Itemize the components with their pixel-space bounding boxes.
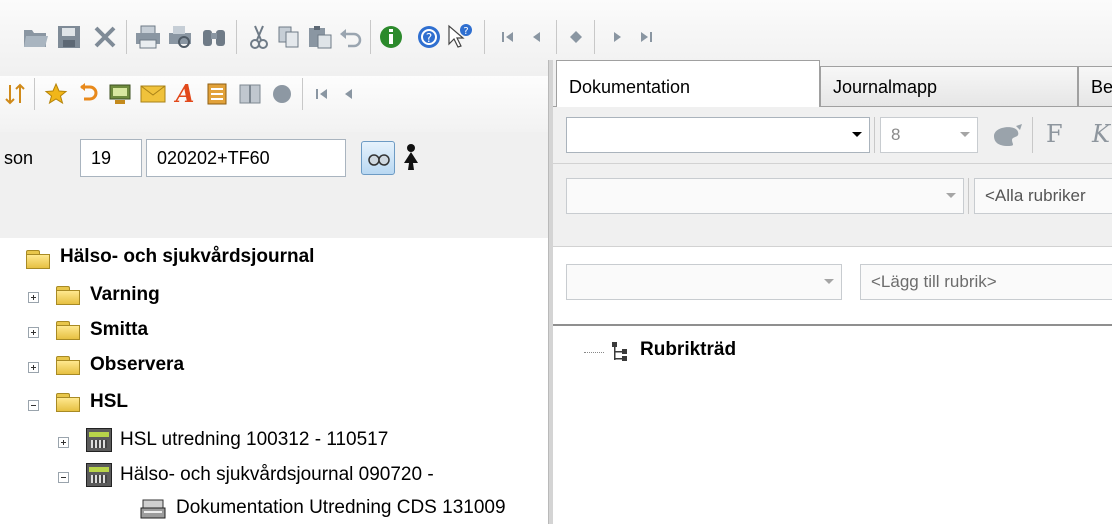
tree-folder-observera[interactable]: Observera [90,354,184,376]
chevron-down-icon [937,179,963,213]
toolbar-separator [874,117,875,153]
folder-icon [56,286,80,305]
previous-icon[interactable] [342,87,356,101]
svg-text:?: ? [463,26,468,37]
svg-text:A: A [174,81,195,107]
journal-icon [86,428,112,452]
collapse-toggle[interactable] [58,472,69,483]
toolbar-separator [1032,117,1033,153]
color-palette-icon[interactable] [990,122,1024,148]
tree-document[interactable]: Dokumentation Utredning CDS 131009 [176,497,506,519]
document-icon [140,499,166,519]
collapse-toggle[interactable] [28,400,39,411]
folder-icon [56,321,80,340]
mail-icon[interactable] [140,84,166,104]
view-person-button[interactable] [361,141,395,175]
chevron-down-icon [815,265,841,299]
toolbar-separator [302,78,303,110]
tree-folder-varning[interactable]: Varning [90,284,160,306]
previous-record-icon[interactable] [530,30,544,44]
toolbar-separator [484,20,485,54]
expand-toggle[interactable] [28,327,39,338]
tree-journal-halso-sjukvard[interactable]: Hälso- och sjukvårdsjournal 090720 - [120,464,434,486]
add-heading-input[interactable]: <Lägg till rubrik> [860,264,1112,300]
tree-folder-hsl[interactable]: HSL [90,391,128,413]
find-icon[interactable] [200,24,228,50]
record-dot-icon[interactable] [270,82,294,106]
computer-icon[interactable] [108,82,132,106]
toolbar-separator [556,20,557,54]
last-record-icon[interactable] [638,30,654,44]
toolbar-separator [126,20,127,54]
expand-toggle[interactable] [58,437,69,448]
undo-icon[interactable] [338,24,364,50]
headings-select[interactable]: <Alla rubriker [974,178,1112,214]
filter-select[interactable] [566,178,964,214]
delete-icon[interactable] [92,24,118,50]
template-select[interactable] [566,264,842,300]
copy-icon[interactable] [276,24,302,50]
next-record-icon[interactable] [610,30,624,44]
sort-icon[interactable] [4,82,28,106]
toolbar-separator [370,20,371,54]
tree-structure-icon [612,342,627,361]
expand-toggle[interactable] [28,292,39,303]
book-icon[interactable] [238,82,262,106]
toolbar-separator [968,178,969,214]
info-icon[interactable] [378,24,404,50]
folder-icon [56,356,80,375]
font-size-select[interactable]: 8 [880,117,978,153]
toolbar-separator [594,20,595,54]
folder-icon [56,393,80,412]
italic-button[interactable]: K [1092,120,1110,148]
toolbar-separator [34,78,35,110]
person-id-field[interactable]: 020202+TF60 [146,139,346,177]
add-bar-divider [553,324,1112,326]
glasses-icon [368,154,390,166]
century-field[interactable]: 19 [80,139,142,177]
print-preview-icon[interactable] [166,24,194,50]
person-icon[interactable] [402,143,420,171]
outline-root-label[interactable]: Rubrikträd [640,339,736,361]
tree-journal-hsl-utredning[interactable]: HSL utredning 100312 - 110517 [120,429,388,451]
first-record-icon[interactable] [500,30,516,44]
tab-dokumentation[interactable]: Dokumentation [556,60,820,107]
chevron-down-icon [951,118,977,152]
left-toolbar: A [0,76,548,132]
tab-journalmapp[interactable]: Journalmapp [820,66,1078,106]
person-label: son [4,148,34,168]
print-icon[interactable] [134,24,162,50]
folder-icon [26,250,50,269]
signature-icon[interactable]: A [172,81,198,107]
font-select[interactable] [566,117,870,153]
tree-root-label[interactable]: Hälso- och sjukvårdsjournal [60,246,314,268]
cut-icon[interactable] [246,24,272,50]
tab-be[interactable]: Be [1078,66,1112,106]
tree-dotted-line [584,352,604,353]
journal-icon [86,463,112,487]
whats-this-icon[interactable]: ? [446,22,474,50]
current-record-icon[interactable] [568,29,584,45]
save-icon[interactable] [56,24,82,50]
notes-icon[interactable] [206,82,228,106]
open-folder-icon[interactable] [22,24,50,50]
paste-icon[interactable] [306,24,334,50]
toolbar-separator [236,20,237,54]
bold-button[interactable]: F [1046,120,1063,148]
tree-folder-smitta[interactable]: Smitta [90,319,148,341]
chevron-down-icon [843,118,869,152]
svg-text:?: ? [426,31,432,45]
favorite-star-icon[interactable] [44,82,68,106]
first-icon[interactable] [314,87,330,101]
help-icon[interactable]: ? [416,24,442,50]
expand-toggle[interactable] [28,362,39,373]
return-icon[interactable] [76,82,100,106]
